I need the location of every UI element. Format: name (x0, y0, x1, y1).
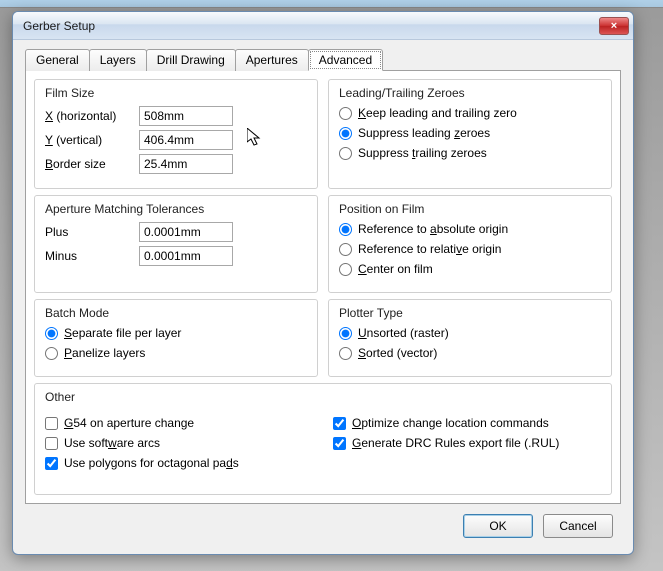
tab-apertures[interactable]: Apertures (235, 49, 309, 71)
plotter-sorted-option[interactable]: Sorted (vector) (339, 346, 601, 360)
generate-drc-option[interactable]: Generate DRC Rules export file (.RUL) (333, 436, 601, 450)
film-size-title: Film Size (45, 86, 307, 100)
border-size-input[interactable] (139, 154, 233, 174)
aperture-tolerances-group: Aperture Matching Tolerances Plus Minus (34, 195, 318, 293)
plotter-type-group: Plotter Type Unsorted (raster) Sorted (v… (328, 299, 612, 377)
cancel-button[interactable]: Cancel (543, 514, 613, 538)
border-size-label: Border size (45, 157, 131, 171)
keep-zeroes-option[interactable]: Keep leading and trailing zero (339, 106, 601, 120)
suppress-trailing-option[interactable]: Suppress trailing zeroes (339, 146, 601, 160)
minus-label: Minus (45, 249, 131, 263)
suppress-trailing-radio[interactable] (339, 147, 352, 160)
plus-label: Plus (45, 225, 131, 239)
other-group: Other G54 on aperture change Use softwar… (34, 383, 612, 495)
software-arcs-option[interactable]: Use software arcs (45, 436, 313, 450)
plotter-type-title: Plotter Type (339, 306, 601, 320)
zeroes-group: Leading/Trailing Zeroes Keep leading and… (328, 79, 612, 189)
batch-mode-title: Batch Mode (45, 306, 307, 320)
x-horizontal-input[interactable] (139, 106, 233, 126)
x-horizontal-label: X (horizontal) (45, 109, 131, 123)
other-title: Other (45, 390, 601, 404)
software-arcs-checkbox[interactable] (45, 437, 58, 450)
batch-separate-radio[interactable] (45, 327, 58, 340)
optimize-commands-option[interactable]: Optimize change location commands (333, 416, 601, 430)
polygons-octagonal-option[interactable]: Use polygons for octagonal pads (45, 456, 313, 470)
optimize-commands-checkbox[interactable] (333, 417, 346, 430)
tab-general[interactable]: General (25, 49, 90, 71)
position-relative-option[interactable]: Reference to relative origin (339, 242, 601, 256)
plotter-unsorted-option[interactable]: Unsorted (raster) (339, 326, 601, 340)
batch-mode-group: Batch Mode Separate file per layer Panel… (34, 299, 318, 377)
close-icon: × (611, 20, 617, 32)
plus-input[interactable] (139, 222, 233, 242)
keep-zeroes-radio[interactable] (339, 107, 352, 120)
tab-layers[interactable]: Layers (89, 49, 147, 71)
close-button[interactable]: × (599, 17, 629, 35)
gerber-setup-dialog: Gerber Setup × General Layers Drill Draw… (12, 11, 634, 555)
suppress-leading-option[interactable]: Suppress leading zeroes (339, 126, 601, 140)
batch-panelize-option[interactable]: Panelize layers (45, 346, 307, 360)
film-size-group: Film Size X (horizontal) Y (vertical) Bo… (34, 79, 318, 189)
position-center-option[interactable]: Center on film (339, 262, 601, 276)
tab-drill-drawing[interactable]: Drill Drawing (146, 49, 236, 71)
window-title: Gerber Setup (23, 19, 599, 33)
batch-panelize-radio[interactable] (45, 347, 58, 360)
position-absolute-option[interactable]: Reference to absolute origin (339, 222, 601, 236)
y-vertical-input[interactable] (139, 130, 233, 150)
button-bar: OK Cancel (25, 504, 621, 546)
minus-input[interactable] (139, 246, 233, 266)
suppress-leading-radio[interactable] (339, 127, 352, 140)
plotter-sorted-radio[interactable] (339, 347, 352, 360)
polygons-octagonal-checkbox[interactable] (45, 457, 58, 470)
titlebar[interactable]: Gerber Setup × (13, 12, 633, 40)
position-center-radio[interactable] (339, 263, 352, 276)
background-tab-strip (0, 0, 663, 8)
tab-bar: General Layers Drill Drawing Apertures A… (25, 48, 621, 70)
plotter-unsorted-radio[interactable] (339, 327, 352, 340)
aperture-tolerances-title: Aperture Matching Tolerances (45, 202, 307, 216)
batch-separate-option[interactable]: Separate file per layer (45, 326, 307, 340)
generate-drc-checkbox[interactable] (333, 437, 346, 450)
dialog-content: General Layers Drill Drawing Apertures A… (13, 40, 633, 554)
y-vertical-label: Y (vertical) (45, 133, 131, 147)
ok-button[interactable]: OK (463, 514, 533, 538)
advanced-panel: Film Size X (horizontal) Y (vertical) Bo… (25, 70, 621, 504)
position-relative-radio[interactable] (339, 243, 352, 256)
position-absolute-radio[interactable] (339, 223, 352, 236)
tab-advanced[interactable]: Advanced (308, 49, 383, 71)
g54-checkbox[interactable] (45, 417, 58, 430)
g54-option[interactable]: G54 on aperture change (45, 416, 313, 430)
position-on-film-title: Position on Film (339, 202, 601, 216)
position-on-film-group: Position on Film Reference to absolute o… (328, 195, 612, 293)
zeroes-title: Leading/Trailing Zeroes (339, 86, 601, 100)
